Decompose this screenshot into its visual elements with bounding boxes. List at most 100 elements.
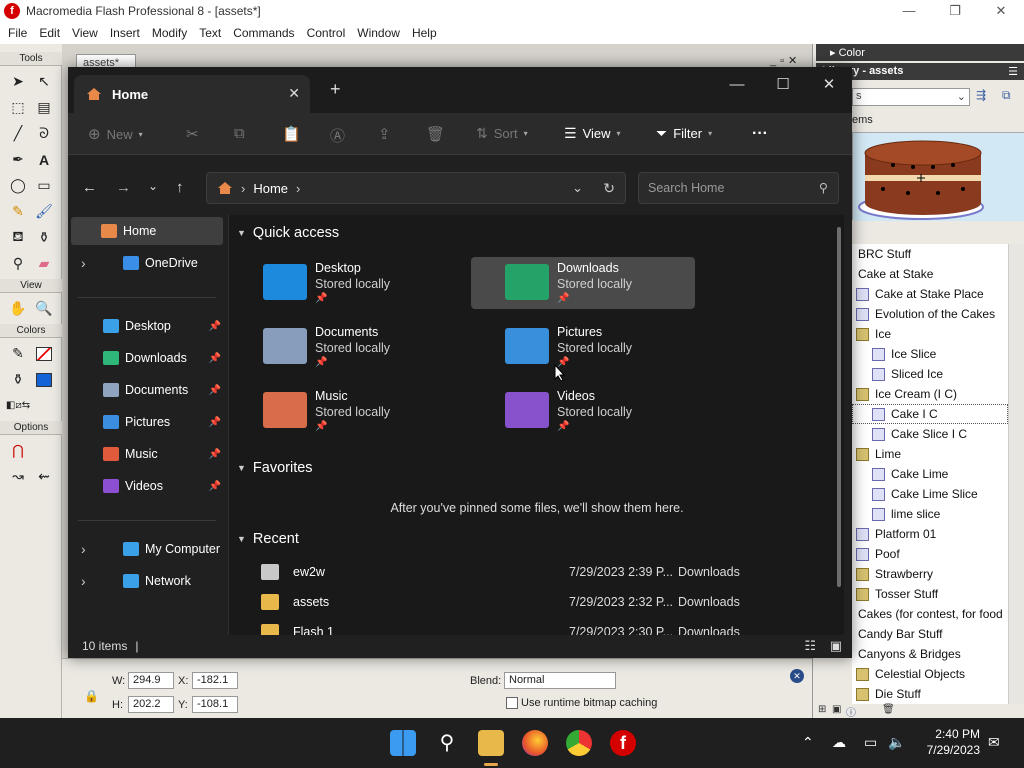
menu-window[interactable]: Window: [351, 26, 406, 40]
library-item[interactable]: Platform 01: [852, 524, 1008, 544]
breadcrumb-home[interactable]: Home: [253, 181, 288, 196]
address-dropdown-icon[interactable]: ⌄: [572, 180, 583, 196]
library-item[interactable]: Cake I C: [852, 404, 1008, 424]
width-field[interactable]: 294.9: [128, 672, 174, 689]
show-hidden-icons-icon[interactable]: ⌃: [802, 734, 814, 751]
pin-icon[interactable]: 📌: [209, 353, 221, 364]
zoom-tool-icon[interactable]: 🔍: [31, 296, 57, 321]
library-item[interactable]: Cake at Stake Place: [852, 284, 1008, 304]
new-folder-icon[interactable]: ⊞: [818, 704, 826, 715]
library-item[interactable]: Strawberry: [852, 564, 1008, 584]
nav-item-downloads[interactable]: Downloads 📌: [71, 344, 223, 372]
library-item[interactable]: Cake Lime Slice: [852, 484, 1008, 504]
subselect-tool-icon[interactable]: ↖: [31, 69, 57, 94]
eyedropper-icon[interactable]: ⚲: [5, 251, 31, 276]
menu-view[interactable]: View: [66, 26, 104, 40]
quick-access-downloads[interactable]: Downloads Stored locally 📌: [471, 257, 695, 309]
library-scrollbar[interactable]: [1008, 244, 1024, 704]
lock-icon[interactable]: 🔒: [84, 689, 99, 703]
quick-access-desktop[interactable]: Desktop Stored locally 📌: [229, 257, 453, 309]
library-item[interactable]: Cake Slice I C: [852, 424, 1008, 444]
firefox-icon[interactable]: [522, 730, 548, 756]
fill-swatch[interactable]: [31, 367, 57, 392]
quick-access-music[interactable]: Music Stored locally 📌: [229, 385, 453, 437]
library-item[interactable]: Evolution of the Cakes: [852, 304, 1008, 324]
pin-icon[interactable]: 📌: [209, 449, 221, 460]
x-field[interactable]: -182.1: [192, 672, 238, 689]
quick-access-pictures[interactable]: Pictures Stored locally 📌: [471, 321, 695, 373]
close-icon[interactable]: ✕: [806, 71, 852, 99]
library-item[interactable]: Lime: [852, 444, 1008, 464]
library-item[interactable]: BRC Stuff: [852, 244, 1008, 264]
expand-chevron-icon[interactable]: ›: [81, 255, 86, 271]
trash-icon[interactable]: 🗑: [882, 704, 895, 715]
lasso-tool-icon[interactable]: ᘐ: [31, 121, 57, 146]
nav-item-home[interactable]: Home: [71, 217, 223, 245]
library-item[interactable]: lime slice: [852, 504, 1008, 524]
refresh-icon[interactable]: ↻: [603, 180, 615, 197]
recent-row[interactable]: ew2w 7/29/2023 2:39 P... Downloads: [261, 559, 821, 585]
brush-tool-icon[interactable]: 🖌: [31, 199, 57, 224]
pin-icon[interactable]: 📌: [209, 385, 221, 396]
flash-taskbar-icon[interactable]: f: [610, 730, 636, 756]
expand-chevron-icon[interactable]: ›: [81, 573, 86, 589]
nav-item-network[interactable]: › Network: [71, 567, 223, 595]
back-icon[interactable]: ←: [82, 179, 97, 196]
line-tool-icon[interactable]: ╱: [5, 121, 31, 146]
new-button[interactable]: ⊕ New ▾: [88, 125, 143, 143]
menu-help[interactable]: Help: [406, 26, 443, 40]
menu-edit[interactable]: Edit: [33, 26, 66, 40]
close-icon[interactable]: ✕: [978, 0, 1024, 22]
view-button[interactable]: ☰ View ▾: [564, 125, 621, 142]
minimize-icon[interactable]: —: [886, 0, 932, 22]
magnet-icon[interactable]: ⋂: [5, 438, 31, 463]
pin-library-icon[interactable]: ⇶: [976, 88, 986, 102]
cut-icon[interactable]: ✂: [186, 125, 199, 143]
gradient-transform-icon[interactable]: ▤: [31, 95, 57, 120]
nav-item-music[interactable]: Music 📌: [71, 440, 223, 468]
new-library-icon[interactable]: ⧉: [1002, 88, 1011, 103]
help-icon[interactable]: ✕: [790, 669, 804, 683]
library-item[interactable]: Cake Lime: [852, 464, 1008, 484]
nav-item-videos[interactable]: Videos 📌: [71, 472, 223, 500]
network-icon[interactable]: ☁: [832, 734, 846, 751]
library-item[interactable]: Poof: [852, 544, 1008, 564]
more-options-button[interactable]: ···: [752, 125, 768, 143]
quick-access-documents[interactable]: Documents Stored locally 📌: [229, 321, 453, 373]
fill-color-icon[interactable]: ⚱: [5, 367, 31, 392]
menu-commands[interactable]: Commands: [227, 26, 300, 40]
address-bar[interactable]: › Home › ⌄ ↻: [206, 172, 626, 204]
library-item[interactable]: Celestial Objects: [852, 664, 1008, 684]
nav-item-my-computer[interactable]: › My Computer: [71, 535, 223, 563]
pin-icon[interactable]: 📌: [209, 481, 221, 492]
stroke-color-icon[interactable]: ✎: [5, 341, 31, 366]
blend-select[interactable]: Normal: [504, 672, 616, 689]
display-icon[interactable]: ▭: [864, 734, 877, 751]
expand-chevron-icon[interactable]: ›: [81, 541, 86, 557]
recent-header[interactable]: ▼ Recent: [237, 531, 299, 547]
paste-icon[interactable]: 📋: [282, 125, 301, 143]
library-item[interactable]: Die Stuff: [852, 684, 1008, 704]
recent-row[interactable]: Flash 1 7/29/2023 2:30 P... Downloads: [261, 619, 821, 635]
stroke-swatch[interactable]: [31, 341, 57, 366]
file-explorer-icon[interactable]: [478, 730, 504, 756]
restore-icon[interactable]: ❐: [932, 0, 978, 22]
nav-item-onedrive[interactable]: › OneDrive: [71, 249, 223, 277]
properties-icon[interactable]: ⓘ: [846, 704, 856, 719]
menu-control[interactable]: Control: [301, 26, 352, 40]
copy-icon[interactable]: ⧉: [234, 125, 245, 142]
straighten-icon[interactable]: ⇜: [31, 464, 57, 489]
content-scrollbar[interactable]: [837, 227, 841, 587]
sort-button[interactable]: ⇅ Sort ▾: [476, 125, 528, 142]
up-icon[interactable]: ↑: [176, 179, 184, 196]
filter-button[interactable]: ⏷ Filter ▾: [656, 125, 712, 142]
menu-file[interactable]: File: [2, 26, 33, 40]
delete-icon[interactable]: 🗑: [426, 125, 445, 143]
library-item[interactable]: Cake at Stake: [852, 264, 1008, 284]
library-document-select[interactable]: s ⌄: [852, 88, 970, 106]
smooth-icon[interactable]: ↝: [5, 464, 31, 489]
rectangle-tool-icon[interactable]: ▭: [31, 173, 57, 198]
library-item[interactable]: Ice Cream (I C): [852, 384, 1008, 404]
clock[interactable]: 2:40 PM 7/29/2023: [927, 726, 980, 758]
pin-icon[interactable]: 📌: [209, 321, 221, 332]
